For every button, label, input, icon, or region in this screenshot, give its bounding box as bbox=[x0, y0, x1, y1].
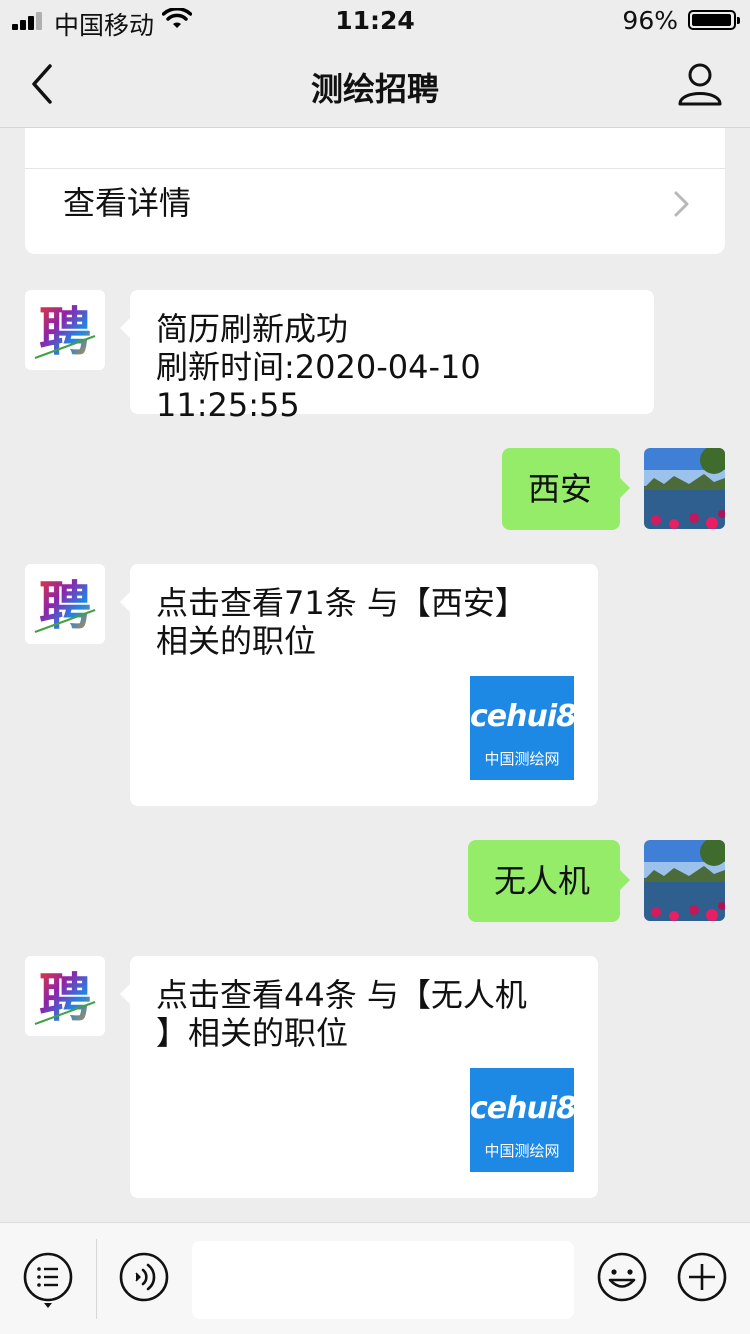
battery-icon bbox=[688, 10, 740, 30]
input-toolbar bbox=[0, 1222, 750, 1334]
status-bar: 中国移动 11:24 96% bbox=[0, 0, 750, 40]
battery-percent: 96% bbox=[622, 6, 678, 35]
cehui8-logo: cehui8 中国测绘网 bbox=[470, 676, 577, 780]
recruit-logo-icon: 聘 bbox=[34, 969, 96, 1029]
bot-avatar[interactable]: 聘 bbox=[25, 564, 105, 644]
chevron-right-icon bbox=[674, 191, 689, 217]
user-avatar[interactable] bbox=[644, 840, 725, 921]
menu-button[interactable] bbox=[22, 1251, 74, 1308]
message-line: 点击查看44条 与【无人机 bbox=[156, 976, 527, 1014]
recruit-logo-icon: 聘 bbox=[34, 577, 96, 637]
emoji-button[interactable] bbox=[596, 1251, 648, 1303]
job-link-message[interactable]: 点击查看44条 与【无人机 】相关的职位 cehui8 中国测绘网 bbox=[120, 956, 598, 1198]
smiley-icon bbox=[597, 1252, 647, 1302]
message-input[interactable] bbox=[192, 1241, 574, 1319]
plus-circle-icon bbox=[677, 1252, 727, 1302]
page-title: 测绘招聘 bbox=[310, 70, 439, 108]
message-line: 刷新时间:2020-04-10 11:25:55 bbox=[156, 348, 481, 424]
logo-subtitle: 中国测绘网 bbox=[484, 750, 560, 768]
bot-avatar[interactable]: 聘 bbox=[25, 290, 105, 370]
profile-button[interactable] bbox=[676, 60, 724, 108]
nav-bar: 测绘招聘 bbox=[0, 40, 750, 128]
sent-message-bubble[interactable]: 西安 bbox=[502, 448, 630, 530]
voice-button[interactable] bbox=[118, 1251, 170, 1303]
bot-avatar[interactable]: 聘 bbox=[25, 956, 105, 1036]
message-line: 】相关的职位 bbox=[156, 1014, 349, 1052]
logo-brand: cehui8 bbox=[470, 1091, 577, 1126]
message-line: 点击查看71条 与【西安】 bbox=[156, 584, 527, 622]
landscape-photo-icon bbox=[644, 840, 725, 921]
message-bubble[interactable]: 简历刷新成功 刷新时间:2020-04-10 11:25:55 bbox=[120, 290, 654, 424]
card-divider bbox=[25, 168, 725, 169]
info-card: 查看详情 bbox=[25, 128, 725, 254]
logo-subtitle: 中国测绘网 bbox=[484, 1142, 560, 1160]
cehui8-logo: cehui8 中国测绘网 bbox=[470, 1068, 577, 1172]
menu-list-icon bbox=[23, 1252, 73, 1308]
sent-message-bubble[interactable]: 无人机 bbox=[468, 840, 630, 922]
recruit-logo-icon: 聘 bbox=[34, 303, 96, 363]
logo-brand: cehui8 bbox=[470, 699, 577, 734]
message-line: 简历刷新成功 bbox=[156, 310, 349, 348]
landscape-photo-icon bbox=[644, 448, 725, 529]
view-details-label: 查看详情 bbox=[63, 184, 192, 222]
toolbar-divider bbox=[96, 1239, 97, 1319]
message-line: 相关的职位 bbox=[156, 622, 317, 660]
user-avatar[interactable] bbox=[644, 448, 725, 529]
more-button[interactable] bbox=[676, 1251, 728, 1303]
chat-area[interactable]: 查看详情 聘 简历刷新成功 刷新时间:2020-04-10 11:25:55 西… bbox=[0, 128, 750, 1222]
person-icon bbox=[678, 63, 722, 106]
voice-icon bbox=[119, 1252, 169, 1302]
job-link-message[interactable]: 点击查看71条 与【西安】 相关的职位 cehui8 中国测绘网 bbox=[120, 564, 598, 806]
